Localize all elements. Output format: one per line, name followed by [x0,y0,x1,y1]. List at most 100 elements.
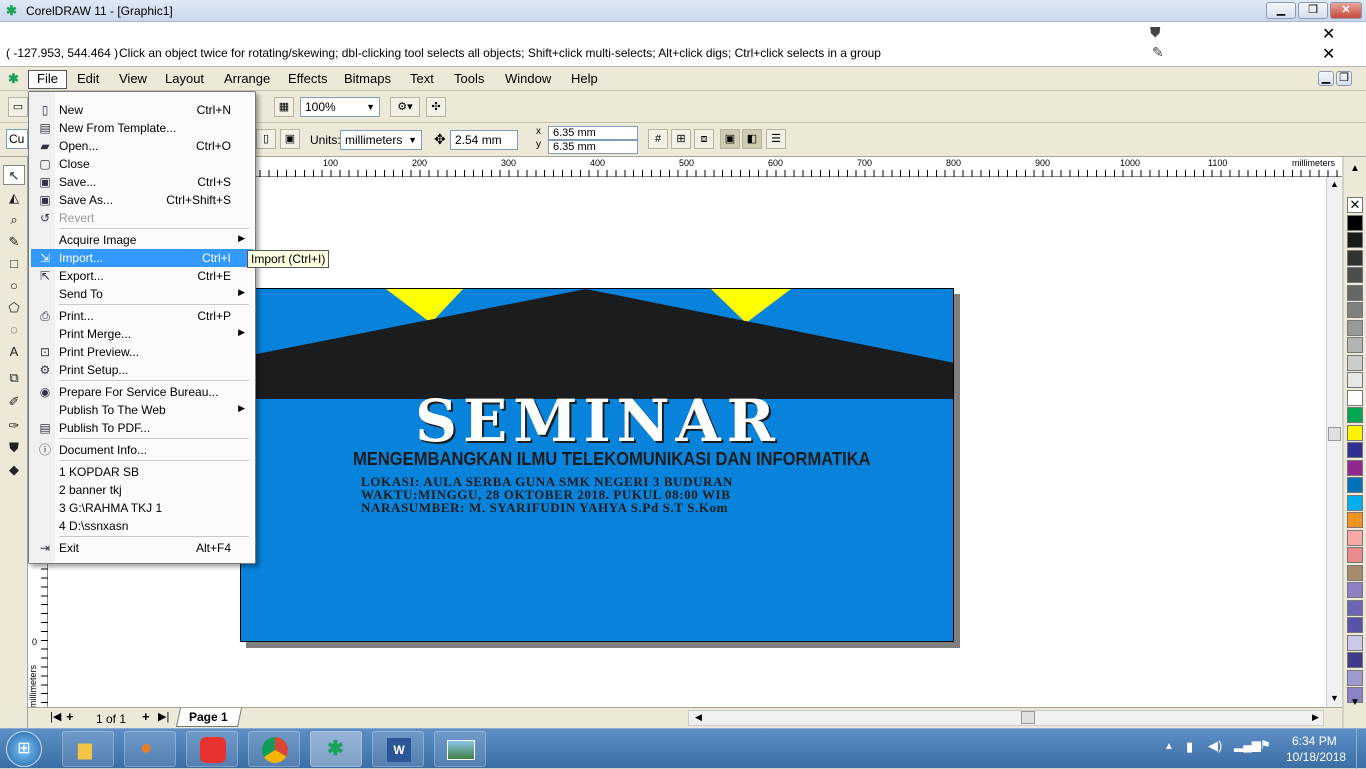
scroll-left-icon[interactable]: ◀ [695,712,702,723]
file-menu-item[interactable]: ▤ Publish To PDF... [31,419,253,437]
minimize-button[interactable]: ▁ [1266,2,1296,19]
close-button[interactable]: ✕ [1330,2,1362,19]
file-menu-item[interactable]: ◉ Prepare For Service Bureau... [31,383,253,401]
color-swatch[interactable] [1347,634,1363,651]
zoom-select[interactable]: 100% ▼ [300,97,380,117]
interactive-fill-icon[interactable]: ◆ [3,460,25,480]
clock-date[interactable]: 10/18/2018 [1286,750,1346,764]
restore-button[interactable]: ❐ [1298,2,1328,19]
doc-restore-button[interactable]: ❐ [1336,71,1352,86]
color-swatch[interactable] [1347,319,1363,336]
polygon-tool-icon[interactable]: ⬠ [3,298,25,318]
color-swatch[interactable] [1347,389,1363,406]
page-icon[interactable]: ▣ [280,129,300,149]
menu-tools[interactable]: Tools [454,71,484,86]
color-swatch[interactable] [1347,617,1363,633]
scroll-thumb[interactable] [1328,427,1341,441]
application-launcher-icon[interactable]: ▦ [274,97,294,117]
file-menu-item[interactable]: Acquire Image ▶ [31,231,253,249]
firefox-taskbar-button[interactable]: ● [124,731,176,767]
file-menu-item[interactable]: ▤ New From Template... [31,119,253,137]
vertical-scrollbar[interactable]: ▲ ▼ [1326,177,1342,707]
explorer-taskbar-button[interactable]: ▆ [62,731,114,767]
menu-file[interactable]: File [28,70,67,89]
color-swatch[interactable] [1347,302,1363,318]
no-fill-icon[interactable]: ✕ [1322,24,1335,44]
file-menu-item[interactable]: ⇱ Export... Ctrl+E [31,267,253,285]
treat-filled-icon[interactable]: ▣ [720,129,740,149]
photos-taskbar-button[interactable] [434,731,486,767]
freehand-tool-icon[interactable]: ✎ [3,232,25,252]
file-menu-item[interactable]: ⇲ Import... Ctrl+I [31,249,253,267]
menu-layout[interactable]: Layout [165,71,204,86]
color-swatch[interactable] [1347,337,1363,353]
color-swatch[interactable] [1347,477,1363,493]
color-swatch[interactable] [1347,494,1363,511]
file-menu-item[interactable]: Publish To The Web ▶ [31,401,253,419]
coreldraw-taskbar-button[interactable]: ✱ [310,731,362,767]
zoom-tool-icon[interactable]: ⌕ [3,210,25,230]
no-color-swatch[interactable]: ✕ [1347,197,1363,213]
doc-minimize-button[interactable]: ▁ [1318,71,1334,86]
scroll-down-icon[interactable]: ▼ [1330,693,1339,703]
clock-time[interactable]: 6:34 PM [1292,734,1337,748]
snap-objects-icon[interactable]: ⧈ [694,129,714,149]
volume-icon[interactable]: ◀) [1208,738,1222,754]
portrait-icon[interactable]: ▯ [256,129,276,149]
menu-edit[interactable]: Edit [77,71,99,86]
color-swatch[interactable] [1347,424,1363,441]
color-swatch[interactable] [1347,582,1363,598]
menu-view[interactable]: View [119,71,147,86]
pick-tool-icon[interactable]: ↖ [3,165,25,185]
file-menu-item[interactable]: ⎙ Print... Ctrl+P [31,307,253,325]
units-select[interactable]: millimeters ▼ [340,130,422,150]
color-swatch[interactable] [1347,214,1363,231]
nudge-offset-input[interactable]: 2.54 mm [450,130,518,150]
paper-type-select[interactable]: Cu [6,129,28,149]
file-menu-item[interactable]: ▰ Open... Ctrl+O [31,137,253,155]
color-swatch[interactable] [1347,547,1363,563]
options-icon[interactable]: ⚙▾ [390,97,420,117]
horizontal-scrollbar[interactable] [688,710,1324,726]
duplicate-y-input[interactable]: 6.35 mm [548,140,638,154]
new-icon[interactable]: ▭ [8,97,28,117]
snap-guidelines-icon[interactable]: ⊞ [671,129,691,149]
rectangle-tool-icon[interactable]: □ [3,254,25,274]
show-desktop-button[interactable] [1356,729,1366,769]
color-swatch[interactable] [1347,564,1363,581]
no-outline-icon[interactable]: ✕ [1322,44,1335,64]
add-page-after-icon[interactable]: + [142,709,150,724]
eyedropper-tool-icon[interactable]: ✐ [3,392,25,412]
start-button[interactable]: ⊞ [6,731,42,767]
options-icon[interactable]: ☰ [766,129,786,149]
interactive-tool-icon[interactable]: ⧉ [3,368,25,388]
file-menu-item[interactable]: ↺ Revert [31,209,253,227]
color-swatch[interactable] [1347,267,1363,283]
color-swatch[interactable] [1347,529,1363,546]
outline-pen-icon[interactable]: ✎ [1152,44,1164,61]
menu-effects[interactable]: Effects [288,71,328,86]
color-swatch[interactable] [1347,459,1363,476]
color-swatch[interactable] [1347,442,1363,458]
color-swatch[interactable] [1347,232,1363,248]
menu-text[interactable]: Text [410,71,434,86]
file-menu-item[interactable]: ⇥ Exit Alt+F4 [31,539,253,557]
scroll-right-icon[interactable]: ▶ [1312,712,1319,723]
file-menu-item[interactable]: Send To ▶ [31,285,253,303]
first-page-icon[interactable]: |◀ [50,710,61,723]
file-menu-item[interactable]: ⊡ Print Preview... [31,343,253,361]
color-swatch[interactable] [1347,599,1363,616]
shape-tool-icon[interactable]: ◭ [3,188,25,208]
menu-arrange[interactable]: Arrange [224,71,270,86]
menu-bitmaps[interactable]: Bitmaps [344,71,391,86]
file-menu-item[interactable]: Print Merge... ▶ [31,325,253,343]
add-page-before-icon[interactable]: + [66,709,74,724]
app-taskbar-button[interactable] [186,731,238,767]
menu-window[interactable]: Window [505,71,551,86]
file-menu-item[interactable]: 1 KOPDAR SB [31,463,253,481]
file-menu-item[interactable]: ▢ Close [31,155,253,173]
color-swatch[interactable] [1347,284,1363,301]
file-menu-item[interactable]: 2 banner tkj [31,481,253,499]
color-swatch[interactable] [1347,407,1363,423]
action-center-icon[interactable]: ⚑ [1260,738,1271,752]
